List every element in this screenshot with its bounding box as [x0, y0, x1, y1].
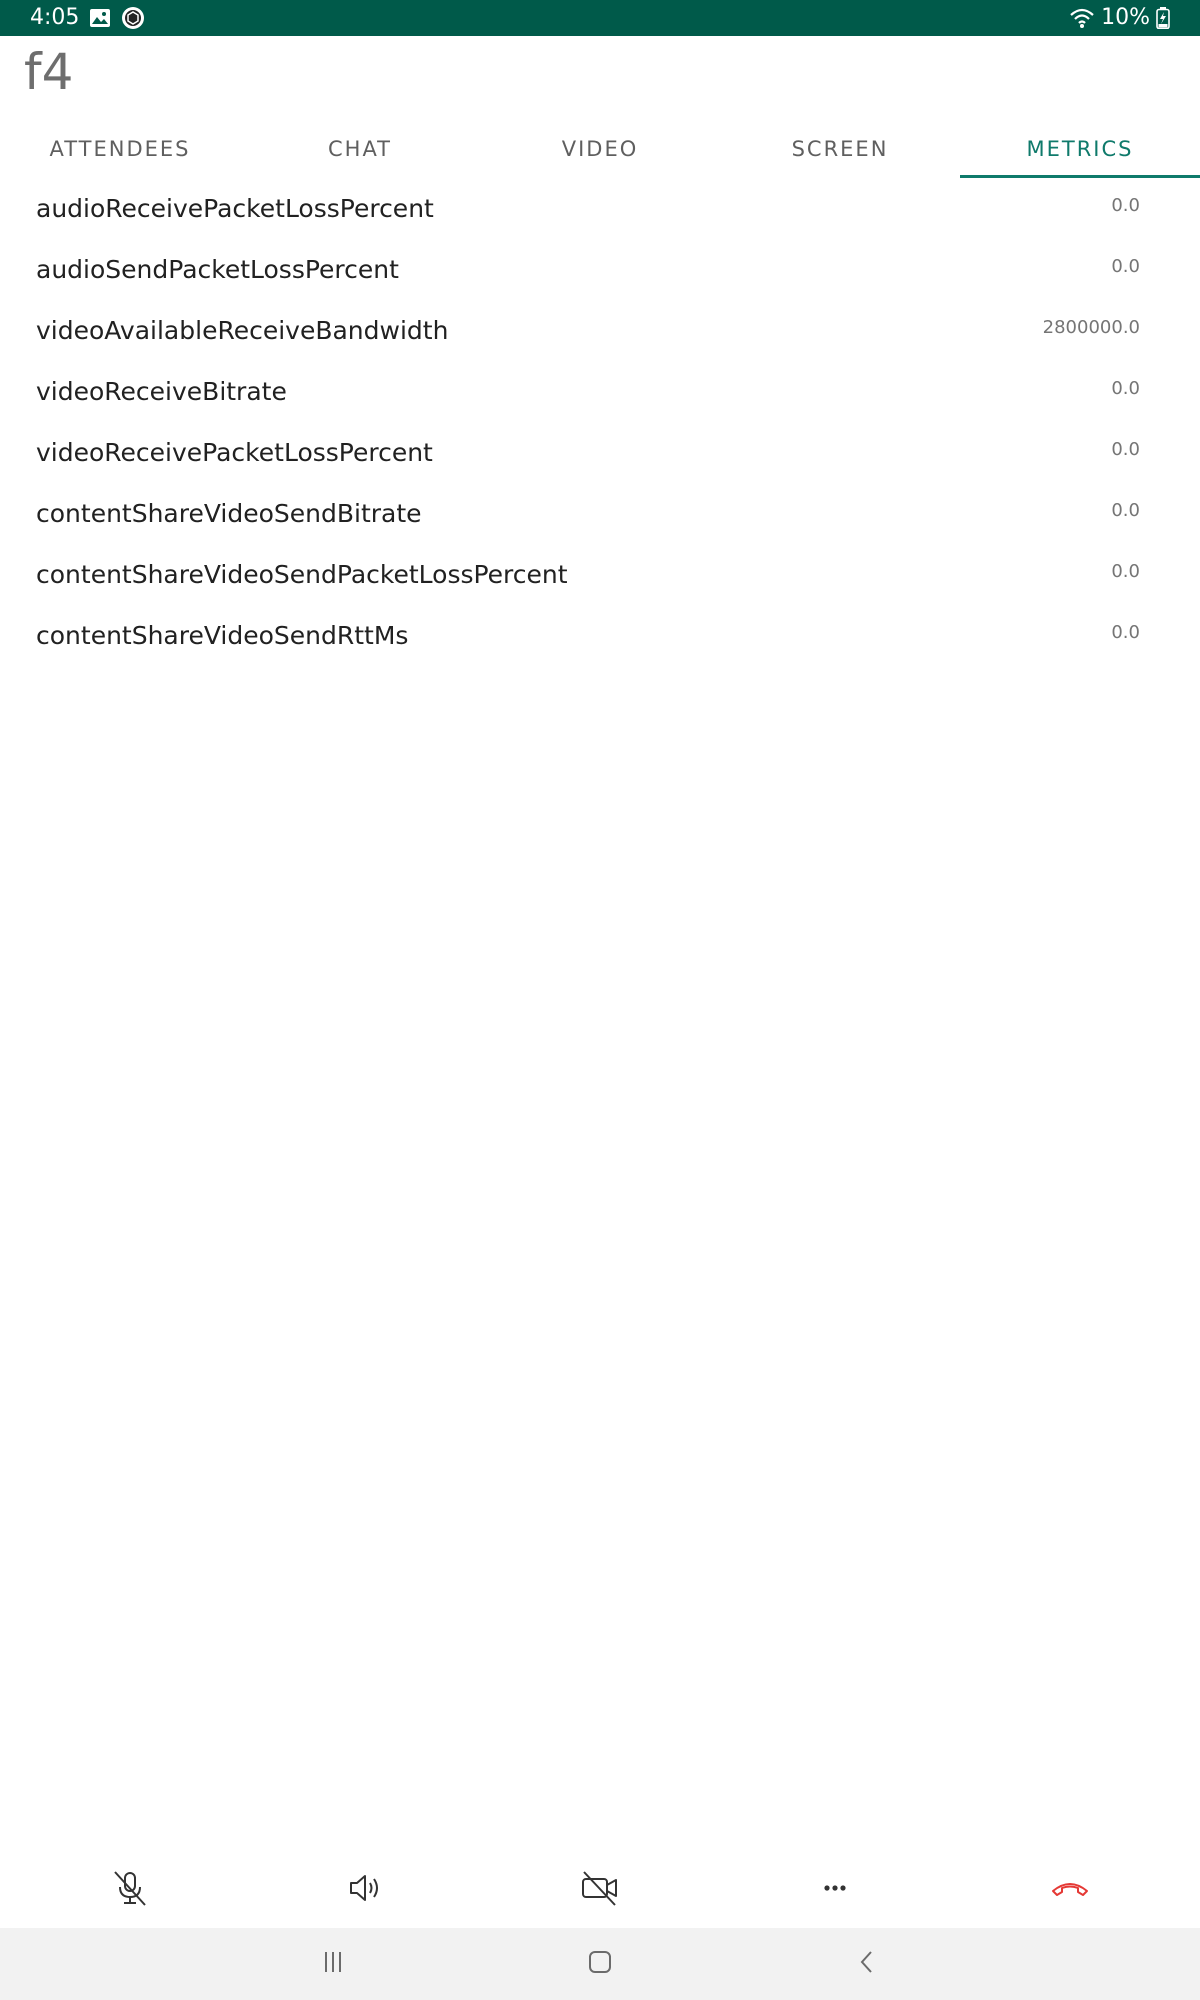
- tab-chat[interactable]: CHAT: [240, 120, 480, 178]
- metric-value: 0.0: [1111, 378, 1140, 399]
- metric-name: audioSendPacketLossPercent: [36, 255, 399, 284]
- list-item: contentShareVideoSendBitrate 0.0: [0, 485, 1200, 546]
- home-icon: [585, 1947, 615, 1982]
- metrics-list: audioReceivePacketLossPercent 0.0 audioS…: [0, 180, 1200, 668]
- page-title: f4: [24, 43, 74, 101]
- metric-name: contentShareVideoSendPacketLossPercent: [36, 560, 568, 589]
- tab-video[interactable]: VIDEO: [480, 120, 720, 178]
- metric-name: videoAvailableReceiveBandwidth: [36, 316, 449, 345]
- tab-attendees[interactable]: ATTENDEES: [0, 120, 240, 178]
- metric-name: videoReceivePacketLossPercent: [36, 438, 433, 467]
- speaker-button[interactable]: [325, 1855, 405, 1925]
- list-item: videoReceiveBitrate 0.0: [0, 363, 1200, 424]
- back-icon: [852, 1947, 882, 1982]
- list-item: contentShareVideoSendPacketLossPercent 0…: [0, 546, 1200, 607]
- list-item: audioReceivePacketLossPercent 0.0: [0, 180, 1200, 241]
- mute-button[interactable]: [90, 1855, 170, 1925]
- mic-off-icon: [110, 1868, 150, 1913]
- home-button[interactable]: [560, 1934, 640, 1994]
- status-bar: 4:05 10%: [0, 0, 1200, 36]
- speaker-icon: [345, 1868, 385, 1913]
- tab-bar: ATTENDEES CHAT VIDEO SCREEN METRICS: [0, 120, 1200, 178]
- tab-metrics[interactable]: METRICS: [960, 120, 1200, 178]
- more-icon: [815, 1868, 855, 1913]
- video-off-icon: [579, 1868, 621, 1913]
- end-call-icon: [1049, 1868, 1091, 1913]
- status-time: 4:05: [30, 5, 80, 30]
- more-options-button[interactable]: [795, 1855, 875, 1925]
- battery-percent: 10%: [1101, 5, 1150, 30]
- app-notification-icon: [121, 6, 145, 30]
- list-item: videoReceivePacketLossPercent 0.0: [0, 424, 1200, 485]
- recent-apps-button[interactable]: [293, 1934, 373, 1994]
- metric-value: 0.0: [1111, 500, 1140, 521]
- tab-screen[interactable]: SCREEN: [720, 120, 960, 178]
- metric-value: 0.0: [1111, 622, 1140, 643]
- metric-value: 0.0: [1111, 439, 1140, 460]
- end-call-button[interactable]: [1030, 1855, 1110, 1925]
- metric-name: audioReceivePacketLossPercent: [36, 194, 434, 223]
- recent-apps-icon: [318, 1947, 348, 1982]
- metric-name: videoReceiveBitrate: [36, 377, 287, 406]
- gallery-icon: [89, 8, 111, 28]
- metric-value: 0.0: [1111, 195, 1140, 216]
- wifi-icon: [1069, 7, 1095, 29]
- metric-value: 2800000.0: [1042, 317, 1140, 338]
- battery-charging-icon: [1156, 6, 1170, 29]
- metric-name: contentShareVideoSendRttMs: [36, 621, 409, 650]
- system-nav-bar: [0, 1928, 1200, 2000]
- metric-value: 0.0: [1111, 561, 1140, 582]
- camera-button[interactable]: [560, 1855, 640, 1925]
- list-item: audioSendPacketLossPercent 0.0: [0, 241, 1200, 302]
- list-item: contentShareVideoSendRttMs 0.0: [0, 607, 1200, 668]
- list-item: videoAvailableReceiveBandwidth 2800000.0: [0, 302, 1200, 363]
- back-button[interactable]: [827, 1934, 907, 1994]
- meeting-controls: [0, 1855, 1200, 1925]
- metric-value: 0.0: [1111, 256, 1140, 277]
- metric-name: contentShareVideoSendBitrate: [36, 499, 422, 528]
